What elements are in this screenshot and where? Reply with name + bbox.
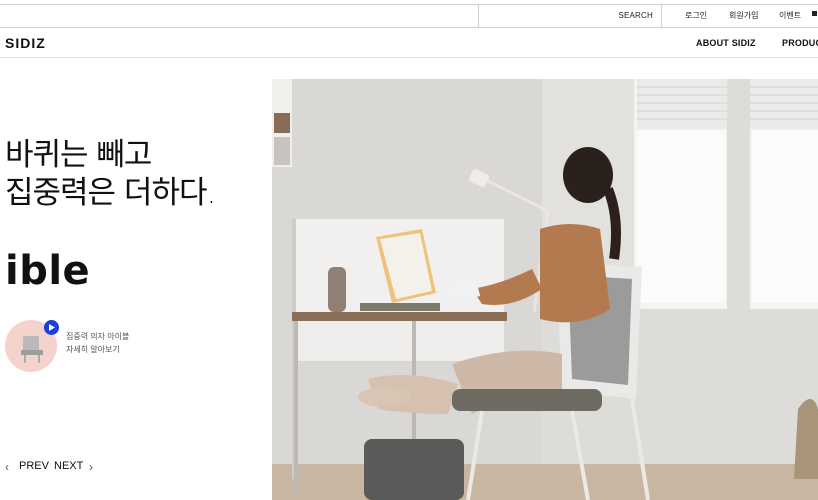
play-icon: [49, 324, 55, 331]
product-name: ible: [5, 248, 91, 294]
login-link[interactable]: 로그인: [685, 10, 707, 21]
nav-product[interactable]: PRODUCT: [782, 38, 818, 48]
prev-button[interactable]: PREV: [19, 460, 49, 472]
headline-line-2: 집중력은 더하다.: [5, 175, 216, 211]
search-box[interactable]: SEARCH: [478, 5, 662, 27]
cart-icon[interactable]: [812, 11, 817, 16]
sidiz-logo[interactable]: SIDIZ: [5, 35, 46, 51]
hero-image: [272, 79, 818, 500]
next-button[interactable]: NEXT: [54, 460, 83, 472]
event-link[interactable]: 이벤트: [779, 10, 801, 21]
video-caption[interactable]: 집중력 의자 아이블 자세히 알아보기: [66, 330, 129, 356]
search-label[interactable]: SEARCH: [618, 11, 653, 20]
headline-line-1: 바퀴는 빼고: [5, 137, 152, 173]
chevron-left-icon[interactable]: ‹: [5, 460, 9, 474]
video-caption-line-1: 집중력 의자 아이블: [66, 332, 130, 341]
play-button[interactable]: [44, 320, 59, 335]
chevron-right-icon[interactable]: ›: [89, 460, 93, 474]
hero-headline: 바퀴는 빼고 집중력은 더하다.: [5, 136, 216, 212]
nav-about-sidiz[interactable]: ABOUT SIDIZ: [696, 38, 756, 48]
main-header: SIDIZ ABOUT SIDIZ PRODUCT: [0, 27, 818, 58]
signup-link[interactable]: 회원가입: [729, 10, 758, 21]
video-caption-line-2: 자세히 알아보기: [66, 345, 120, 354]
hero-photo: [272, 79, 818, 500]
